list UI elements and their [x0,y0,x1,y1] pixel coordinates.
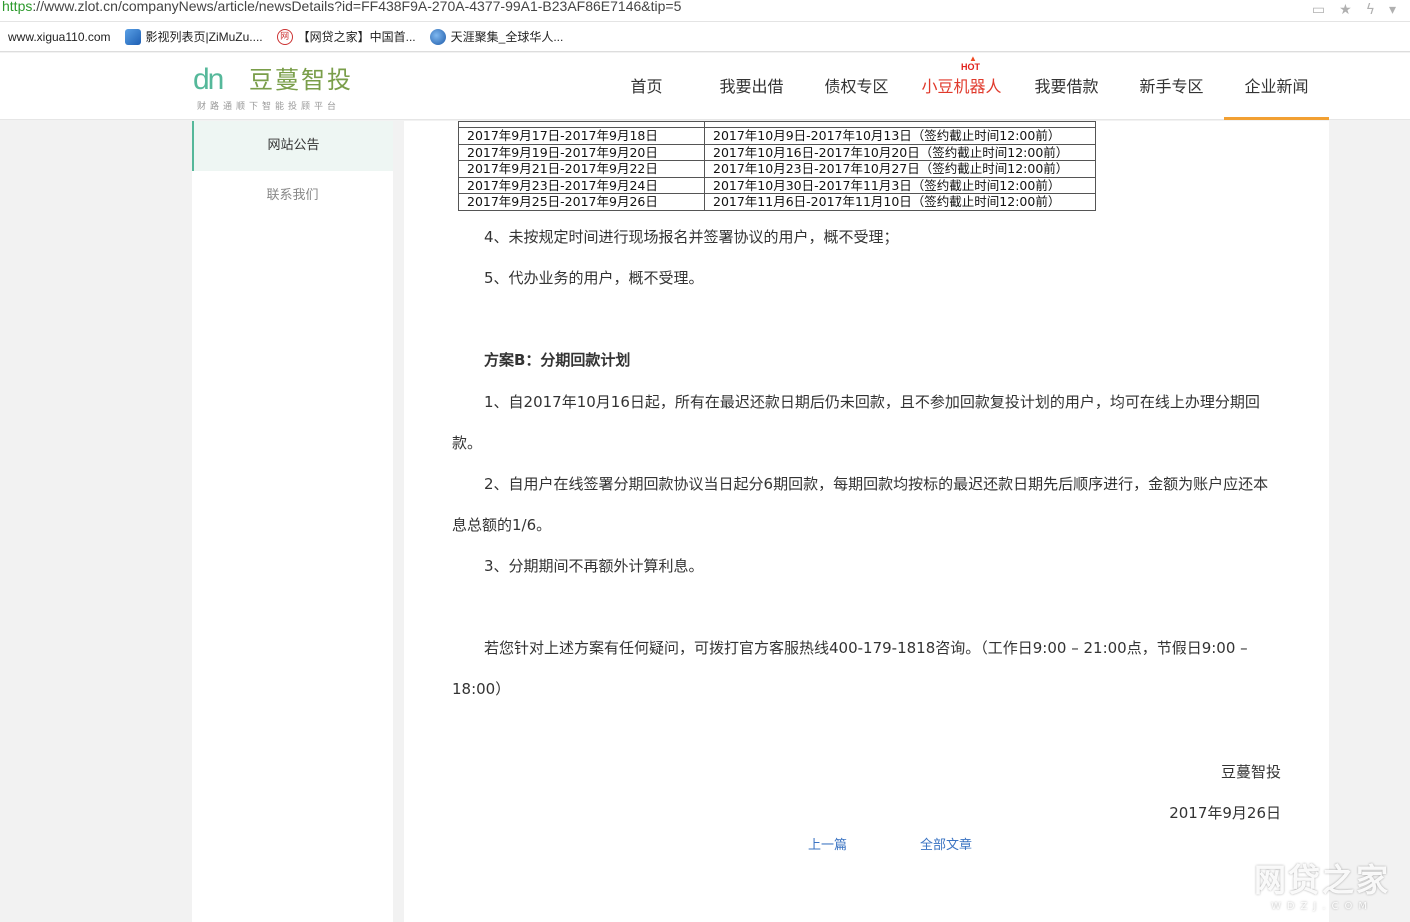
table-row: 2017年9月23日-2017年9月24日 2017年10月30日-2017年11… [458,176,1096,194]
paragraph-rule-4: 4、未按规定时间进行现场报名并签署协议的用户，概不受理； [484,228,899,246]
prev-article-link[interactable]: 上一篇 [808,834,847,853]
bookmark-label: www.xigua110.com [8,29,111,44]
signature: 豆蔓智投 [1220,763,1281,781]
bookmark-tianya[interactable]: 天涯聚集_全球华人... [429,28,564,45]
table-cell: 2017年10月23日-2017年10月27日（签约截止时间12:00前） [704,160,1096,178]
nav-robot-label: 小豆机器人 [921,77,1002,96]
reader-mode-icon[interactable]: ▭ [1312,0,1325,20]
lightning-icon[interactable]: ϟ [1366,0,1375,20]
globe-icon [429,28,446,45]
watermark-logo: 网贷之家 WDZJ.COM [1254,855,1390,912]
nav-newbie[interactable]: 新手专区 [1119,53,1224,120]
table-row: 2017年9月19日-2017年9月20日 2017年10月16日-2017年10… [458,143,1096,161]
bookmark-label: 影视列表页|ZiMuZu.... [145,30,263,44]
main-nav: 首页 我要出借 债权专区 小豆机器人 HOT 我要借款 新手专区 企业新闻 [594,53,1329,120]
bookmark-zimuzu[interactable]: 影视列表页|ZiMuZu.... [124,28,263,45]
article-content: 2017年9月17日-2017年9月18日 2017年10月9日-2017年10月… [404,121,1329,922]
star-icon[interactable]: ★ [1339,0,1352,20]
table-row: 2017年9月25日-2017年9月26日 2017年11月6日-2017年11月… [458,193,1096,211]
logo-mark: dn [193,63,224,96]
table-cell: 2017年10月30日-2017年11月3日（签约截止时间12:00前） [704,176,1096,194]
nav-robot[interactable]: 小豆机器人 HOT [909,53,1014,120]
watermark-domain: WDZJ.COM [1270,901,1374,912]
site-logo[interactable]: dn 豆蔓智投 财路通顺下智能投顾平台 [193,61,373,113]
bookmarks-bar: www.xigua110.com 影视列表页|ZiMuZu.... 网 【网贷之… [0,22,1410,52]
plan-b-title: 方案B：分期回款计划 [484,351,631,369]
zimuzu-icon [124,28,141,45]
sidebar-item-contact[interactable]: 联系我们 [192,171,393,221]
bookmark-label: 【网贷之家】中国首... [297,30,416,44]
table-cell: 2017年9月25日-2017年9月26日 [458,193,705,211]
nav-home[interactable]: 首页 [594,53,699,120]
plan-b-item-3: 3、分期期间不再额外计算利息。 [484,557,704,575]
url-scheme: https [2,0,33,14]
contact-paragraph: 若您针对上述方案有任何疑问，可拨打官方客服热线400-179-1818咨询。（工… [452,639,1248,698]
bookmark-wdzj[interactable]: 网 【网贷之家】中国首... [276,28,416,45]
nav-borrow[interactable]: 我要借款 [1014,53,1119,120]
watermelon-icon [2,29,6,45]
bookmark-xigua[interactable]: www.xigua110.com [2,29,111,45]
wdzj-icon: 网 [276,28,293,45]
paragraph-rule-5: 5、代办业务的用户，概不受理。 [484,269,704,287]
logo-name: 豆蔓智投 [249,66,353,94]
site-header: dn 豆蔓智投 财路通顺下智能投顾平台 首页 我要出借 债权专区 小豆机器人 H… [0,53,1410,120]
nav-debt-zone[interactable]: 债权专区 [804,53,909,120]
table-cell: 2017年9月21日-2017年9月22日 [458,160,705,178]
publish-date: 2017年9月26日 [1169,804,1281,822]
logo-slogan: 财路通顺下智能投顾平台 [197,102,341,112]
table-row: 2017年9月21日-2017年9月22日 2017年10月23日-2017年10… [458,160,1096,178]
table-cell: 2017年9月17日-2017年9月18日 [458,127,705,145]
bookmark-label: 天涯聚集_全球华人... [450,30,564,44]
plan-b-item-2: 2、自用户在线签署分期回款协议当日起分6期回款，每期回款均按标的最迟还款日期先后… [452,475,1269,534]
table-cell: 2017年9月23日-2017年9月24日 [458,176,705,194]
table-cell: 2017年10月16日-2017年10月20日（签约截止时间12:00前） [704,143,1096,161]
sidebar: 网站公告 联系我们 [192,121,393,922]
url-text[interactable]: https://www.zlot.cn/companyNews/article/… [2,0,681,14]
address-bar[interactable]: https://www.zlot.cn/companyNews/article/… [0,0,1410,22]
chevron-down-icon[interactable]: ▾ [1389,0,1396,20]
all-articles-link[interactable]: 全部文章 [920,834,972,853]
table-cell: 2017年10月9日-2017年10月13日（签约截止时间12:00前） [704,127,1096,145]
hot-badge: HOT [961,54,980,72]
url-path: ://www.zlot.cn/companyNews/article/newsD… [32,0,682,14]
table-row: 2017年9月17日-2017年9月18日 2017年10月9日-2017年10月… [458,127,1096,145]
sidebar-item-announcements[interactable]: 网站公告 [192,121,393,171]
table-cell: 2017年11月6日-2017年11月10日（签约截止时间12:00前） [704,193,1096,211]
nav-company-news[interactable]: 企业新闻 [1224,53,1329,120]
schedule-table: 2017年9月17日-2017年9月18日 2017年10月9日-2017年10月… [458,121,1096,211]
plan-b-item-1: 1、自2017年10月16日起，所有在最迟还款日期后仍未回款，且不参加回款复投计… [452,393,1260,452]
table-cell: 2017年9月19日-2017年9月20日 [458,143,705,161]
nav-invest[interactable]: 我要出借 [699,53,804,120]
watermark-text: 网贷之家 [1253,861,1390,899]
